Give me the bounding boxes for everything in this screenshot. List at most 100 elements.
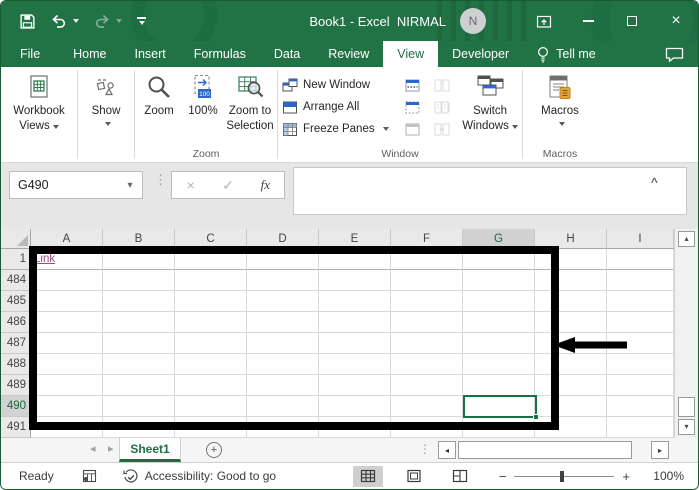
save-icon[interactable] bbox=[19, 13, 36, 30]
tab-file[interactable]: File bbox=[1, 41, 59, 67]
row-header-489[interactable]: 489 bbox=[1, 375, 31, 396]
cell-I485[interactable] bbox=[607, 291, 674, 312]
cell-I484[interactable] bbox=[607, 270, 674, 291]
close-button[interactable]: × bbox=[654, 1, 698, 41]
sheet-nav-right-icon[interactable]: ▸ bbox=[108, 442, 114, 455]
cell-I489[interactable] bbox=[607, 375, 674, 396]
cancel-button[interactable]: × bbox=[172, 172, 209, 198]
tab-data[interactable]: Data bbox=[260, 41, 314, 67]
zoom-slider-thumb[interactable] bbox=[560, 471, 564, 482]
select-all-button[interactable] bbox=[1, 229, 31, 249]
quick-access-toolbar bbox=[19, 1, 146, 41]
tell-me-box[interactable]: Tell me bbox=[537, 41, 596, 67]
name-box[interactable]: G490 ▾ bbox=[9, 171, 143, 199]
sheet-tab-sheet1[interactable]: Sheet1 bbox=[119, 438, 181, 462]
view-side-by-side-button[interactable] bbox=[430, 74, 454, 96]
cell-I491[interactable] bbox=[607, 417, 674, 438]
row-header-486[interactable]: 486 bbox=[1, 312, 31, 333]
tab-bar-splitter[interactable]: ⋮ bbox=[419, 442, 431, 456]
scroll-down-icon[interactable]: ▾ bbox=[678, 419, 695, 435]
vertical-scrollbar[interactable]: ▴ ▾ bbox=[674, 229, 698, 438]
zoom-to-selection-button[interactable]: Zoom to Selection bbox=[223, 67, 277, 134]
customize-qat-button[interactable] bbox=[137, 17, 146, 25]
zoom-100-button[interactable]: 100 100% bbox=[183, 67, 223, 119]
scroll-up-icon[interactable]: ▴ bbox=[678, 231, 695, 247]
name-box-dropdown-icon[interactable]: ▾ bbox=[118, 180, 142, 191]
switch-windows-icon bbox=[475, 72, 505, 102]
reset-window-position-button[interactable] bbox=[430, 118, 454, 140]
feedback-icon[interactable] bbox=[665, 41, 684, 67]
workbook-views-button[interactable]: Workbook Views bbox=[1, 67, 77, 134]
redo-dropdown-icon[interactable] bbox=[116, 19, 122, 23]
macros-button[interactable]: Macros bbox=[523, 67, 597, 126]
maximize-button[interactable] bbox=[610, 1, 654, 41]
redo-button[interactable] bbox=[94, 14, 122, 28]
avatar[interactable]: N bbox=[460, 8, 486, 34]
scroll-right-icon[interactable]: ▸ bbox=[651, 441, 669, 459]
enter-button[interactable]: ✓ bbox=[209, 172, 246, 198]
close-icon: × bbox=[671, 13, 680, 29]
tab-developer[interactable]: Developer bbox=[438, 41, 523, 67]
tab-review[interactable]: Review bbox=[314, 41, 383, 67]
freeze-panes-button[interactable]: Freeze Panes bbox=[278, 118, 400, 140]
switch-windows-button[interactable]: Switch Windows bbox=[458, 67, 522, 134]
annotation-arrow bbox=[553, 336, 629, 354]
sheet-nav-left-icon[interactable]: ◂ bbox=[90, 442, 96, 455]
minimize-button[interactable] bbox=[566, 1, 610, 41]
cell-I1[interactable] bbox=[607, 249, 674, 270]
split-button[interactable] bbox=[400, 74, 424, 96]
accessibility-status[interactable]: Accessibility: Good to go bbox=[123, 469, 276, 484]
row-header-490[interactable]: 490 bbox=[1, 396, 31, 417]
freeze-panes-label: Freeze Panes bbox=[303, 123, 375, 135]
macros-dropdown-icon bbox=[559, 122, 565, 126]
page-layout-view-button[interactable] bbox=[399, 466, 429, 487]
row-header-485[interactable]: 485 bbox=[1, 291, 31, 312]
show-button[interactable]: Show bbox=[78, 67, 134, 126]
arrange-all-label: Arrange All bbox=[303, 101, 359, 113]
scroll-left-icon[interactable]: ◂ bbox=[438, 441, 456, 459]
tab-view[interactable]: View bbox=[383, 41, 438, 67]
vertical-scrollbar-thumb[interactable] bbox=[678, 397, 695, 417]
zoom-slider[interactable] bbox=[514, 476, 614, 477]
page-break-preview-button[interactable] bbox=[445, 466, 475, 487]
synchronous-scrolling-button[interactable] bbox=[430, 96, 454, 118]
unhide-icon bbox=[405, 123, 420, 136]
undo-dropdown-icon[interactable] bbox=[73, 19, 79, 23]
normal-view-button[interactable] bbox=[353, 466, 383, 487]
new-sheet-button[interactable]: + bbox=[206, 442, 222, 458]
show-label: Show bbox=[92, 104, 121, 119]
row-header-1[interactable]: 1 bbox=[1, 249, 31, 270]
show-icon bbox=[94, 72, 118, 102]
row-header-484[interactable]: 484 bbox=[1, 270, 31, 291]
zoom-out-button[interactable]: − bbox=[491, 469, 515, 484]
zoom-100-label: 100% bbox=[188, 104, 217, 119]
insert-function-button[interactable]: fx bbox=[247, 172, 284, 198]
account-name[interactable]: NIRMAL bbox=[397, 14, 446, 29]
zoom-in-button[interactable]: + bbox=[614, 469, 638, 484]
new-window-button[interactable]: New Window bbox=[278, 74, 400, 96]
column-header-I[interactable]: I bbox=[607, 229, 674, 249]
row-header-488[interactable]: 488 bbox=[1, 354, 31, 375]
formula-bar-splitter[interactable]: ⋮ bbox=[154, 173, 167, 186]
cell-I490[interactable] bbox=[607, 396, 674, 417]
zoom-level[interactable]: 100% bbox=[638, 469, 684, 483]
undo-button[interactable] bbox=[51, 14, 79, 28]
zoom-button[interactable]: Zoom bbox=[135, 67, 183, 119]
row-header-487[interactable]: 487 bbox=[1, 333, 31, 354]
collapse-formula-bar-icon[interactable]: ∧ bbox=[650, 175, 660, 186]
formula-input[interactable] bbox=[293, 167, 687, 215]
zoom-100-icon: 100 bbox=[190, 72, 216, 102]
horizontal-scrollbar-thumb[interactable] bbox=[458, 441, 632, 459]
cell-I486[interactable] bbox=[607, 312, 674, 333]
arrange-all-button[interactable]: Arrange All bbox=[278, 96, 400, 118]
cell-I488[interactable] bbox=[607, 354, 674, 375]
tab-formulas[interactable]: Formulas bbox=[180, 41, 260, 67]
hide-button[interactable] bbox=[400, 96, 424, 118]
macro-record-icon[interactable] bbox=[82, 469, 97, 483]
ribbon-display-options-button[interactable] bbox=[522, 1, 566, 41]
tab-insert[interactable]: Insert bbox=[121, 41, 180, 67]
excel-window: Book1 - Excel NIRMAL N × File Home Inser… bbox=[0, 0, 699, 490]
unhide-button[interactable] bbox=[400, 118, 424, 140]
row-header-491[interactable]: 491 bbox=[1, 417, 31, 438]
tab-home[interactable]: Home bbox=[59, 41, 120, 67]
